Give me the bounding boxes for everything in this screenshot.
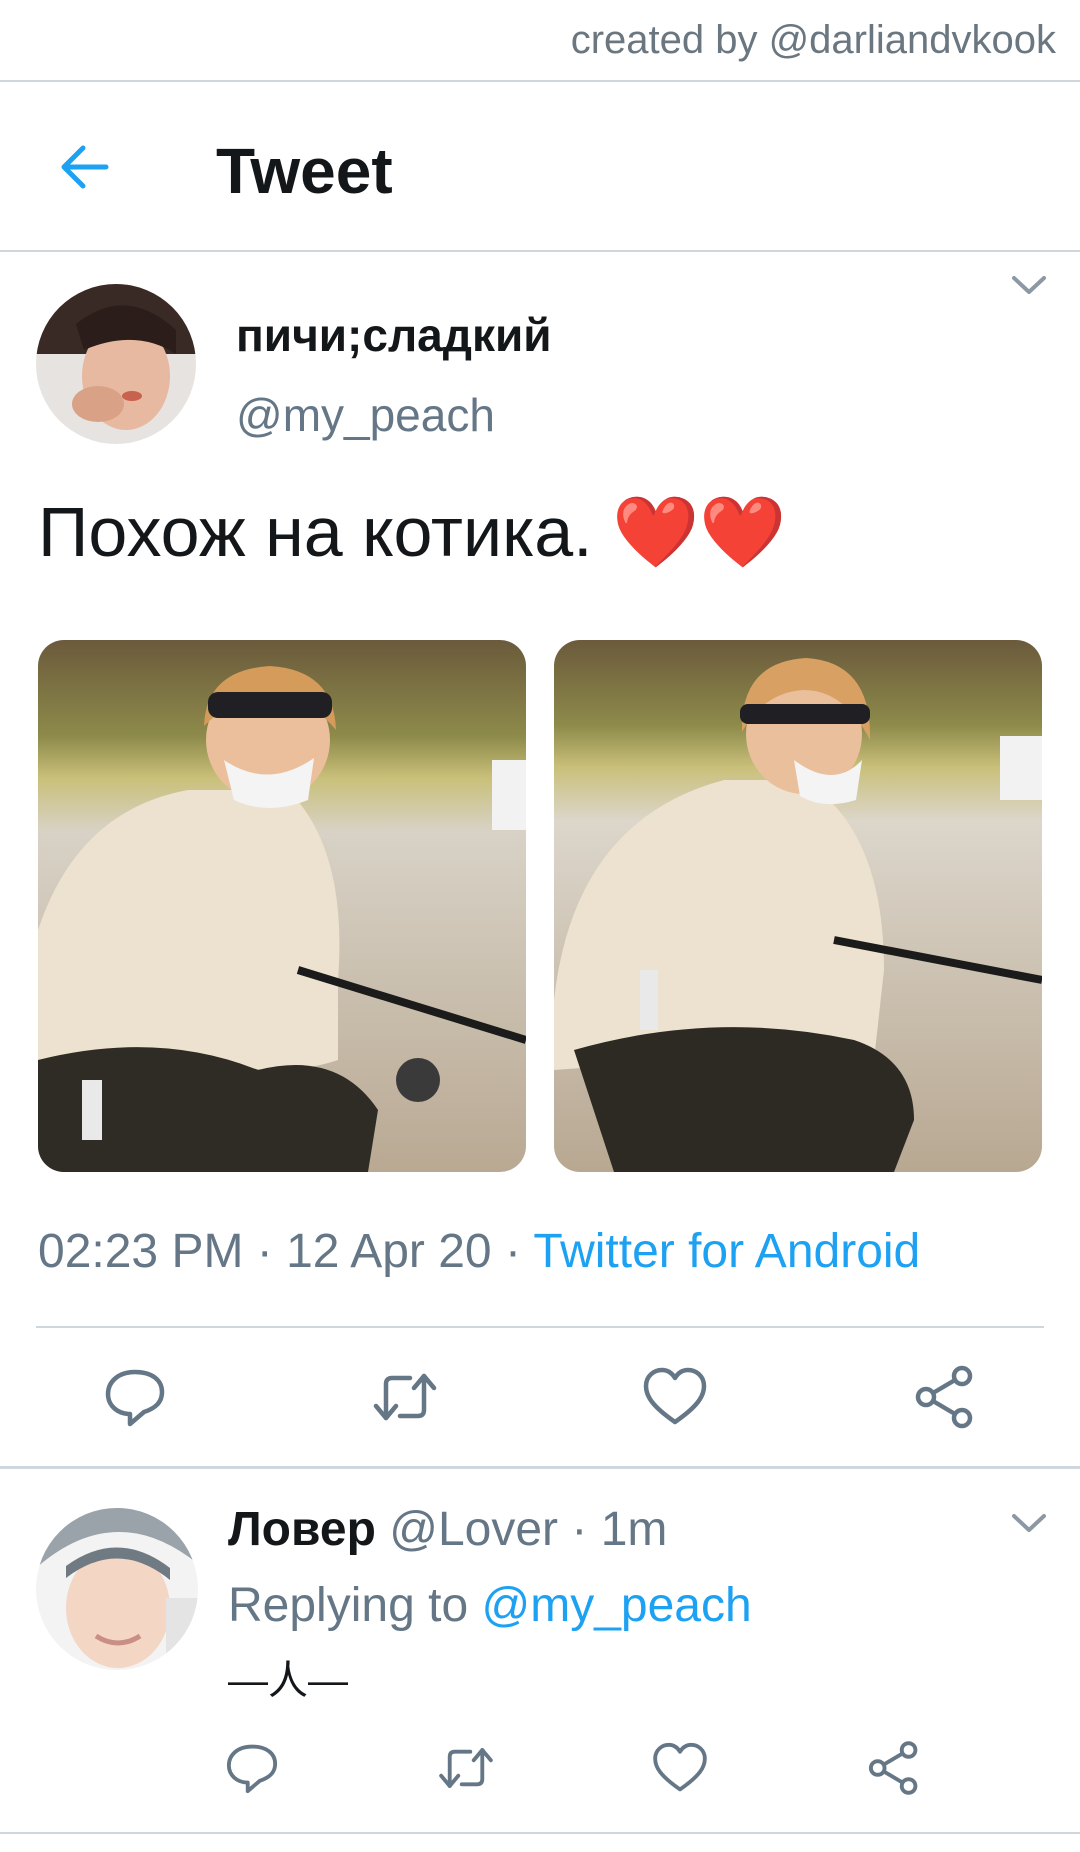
credit-text: created by @darliandvkook — [570, 18, 1056, 62]
tweet-timestamp: 02:23 PM · 12 Apr 20 · — [38, 1225, 534, 1278]
header: Tweet — [0, 82, 1080, 250]
divider — [0, 1832, 1080, 1834]
replying-to: Replying to @my_peach — [228, 1578, 752, 1633]
tweet-source-link[interactable]: Twitter for Android — [533, 1225, 920, 1278]
chevron-down-icon[interactable] — [1006, 268, 1052, 302]
arrow-left-icon[interactable] — [50, 132, 120, 202]
author-name[interactable]: пичи;сладкий — [236, 308, 552, 362]
divider — [0, 250, 1080, 252]
chevron-down-icon[interactable] — [1006, 1506, 1052, 1540]
heart-emoji: ❤️❤️ — [612, 493, 787, 571]
tweet-body: Похож на котика. — [38, 493, 593, 571]
replying-to-prefix: Replying to — [228, 1579, 482, 1632]
replying-to-mention[interactable]: @my_peach — [481, 1579, 751, 1632]
reply-author-handle[interactable]: @Lover — [389, 1503, 558, 1556]
reply-header: Ловер @Lover · 1m — [228, 1502, 667, 1557]
tweet-photo-1[interactable] — [38, 640, 526, 1172]
tweet-text: Похож на котика. ❤️❤️ — [38, 492, 786, 574]
tweet-meta: 02:23 PM · 12 Apr 20 · Twitter for Andro… — [38, 1224, 920, 1279]
page-title: Tweet — [216, 135, 393, 207]
share-icon[interactable] — [910, 1362, 980, 1432]
retweet-icon[interactable] — [370, 1362, 440, 1432]
tweet-photo-2[interactable] — [554, 640, 1042, 1172]
reply-icon[interactable] — [222, 1738, 282, 1798]
divider — [0, 1466, 1080, 1469]
like-icon[interactable] — [650, 1738, 710, 1798]
credit-bar: created by @darliandvkook — [0, 0, 1080, 80]
reply-text: —人— — [228, 1659, 348, 1703]
reply-icon[interactable] — [100, 1362, 170, 1432]
avatar[interactable] — [36, 1508, 198, 1670]
author-handle[interactable]: @my_peach — [236, 388, 495, 442]
divider — [36, 1326, 1044, 1328]
retweet-icon[interactable] — [436, 1738, 496, 1798]
share-icon[interactable] — [864, 1738, 924, 1798]
reply-author-name[interactable]: Ловер — [228, 1503, 376, 1556]
avatar[interactable] — [36, 284, 196, 444]
reply-time: · 1m — [558, 1503, 668, 1556]
like-icon[interactable] — [640, 1362, 710, 1432]
